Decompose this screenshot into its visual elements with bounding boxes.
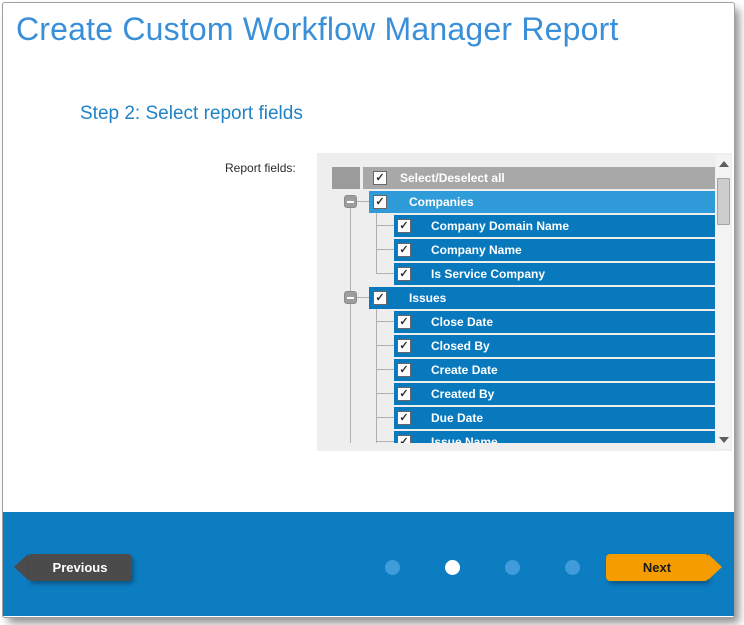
is-service-company-label: Is Service Company — [431, 267, 545, 281]
due-date-checkbox[interactable]: ✓ — [397, 411, 411, 425]
company-name-row-bar[interactable]: ✓ Company Name — [394, 239, 715, 261]
scrollbar-thumb[interactable] — [717, 178, 730, 225]
wizard-footer: Previous Next — [3, 512, 734, 616]
created-by-label: Created By — [431, 387, 494, 401]
issue-name-checkbox[interactable]: ✓ — [397, 435, 411, 443]
next-button-arrow-icon — [708, 554, 722, 580]
close-date-row[interactable]: ✓ Close Date — [332, 311, 715, 333]
wizard-window: Create Custom Workflow Manager Report St… — [2, 2, 735, 618]
is-service-company-checkbox[interactable]: ✓ — [397, 267, 411, 281]
create-date-label: Create Date — [431, 363, 498, 377]
closed-by-row-bar[interactable]: ✓ Closed By — [394, 335, 715, 357]
issues-label: Issues — [409, 291, 446, 305]
due-date-row[interactable]: ✓ Due Date — [332, 407, 715, 429]
company-domain-name-label: Company Domain Name — [431, 219, 569, 233]
created-by-row-bar[interactable]: ✓ Created By — [394, 383, 715, 405]
collapse-companies-icon[interactable] — [344, 195, 357, 208]
issue-name-row[interactable]: ✓ Issue Name — [332, 431, 715, 443]
company-domain-name-row[interactable]: ✓ Company Domain Name — [332, 215, 715, 237]
issue-name-row-bar[interactable]: ✓ Issue Name — [394, 431, 715, 443]
step-dot-1 — [385, 560, 400, 575]
wizard-step-indicator — [385, 560, 580, 575]
create-date-row-bar[interactable]: ✓ Create Date — [394, 359, 715, 381]
scroll-up-icon[interactable] — [719, 161, 729, 167]
companies-row-bar[interactable]: ✓ Companies — [369, 191, 715, 213]
closed-by-label: Closed By — [431, 339, 490, 353]
is-service-company-row-bar[interactable]: ✓ Is Service Company — [394, 263, 715, 285]
closed-by-checkbox[interactable]: ✓ — [397, 339, 411, 353]
created-by-checkbox[interactable]: ✓ — [397, 387, 411, 401]
company-name-row[interactable]: ✓ Company Name — [332, 239, 715, 261]
due-date-row-bar[interactable]: ✓ Due Date — [394, 407, 715, 429]
select-all-label: Select/Deselect all — [400, 171, 505, 185]
closed-by-row[interactable]: ✓ Closed By — [332, 335, 715, 357]
close-date-checkbox[interactable]: ✓ — [397, 315, 411, 329]
next-button-label: Next — [643, 560, 671, 575]
close-date-label: Close Date — [431, 315, 493, 329]
previous-button-label: Previous — [53, 560, 108, 575]
report-fields-listbox: ✓ Select/Deselect all ✓ Companies ✓ Company D… — [317, 153, 732, 451]
step-dot-2-active — [445, 560, 460, 575]
report-fields-tree: ✓ Select/Deselect all ✓ Companies ✓ Company D… — [332, 167, 715, 443]
page-title: Create Custom Workflow Manager Report — [16, 11, 619, 48]
issues-group-row[interactable]: ✓ Issues — [332, 287, 715, 309]
collapse-issues-icon[interactable] — [344, 291, 357, 304]
scroll-down-icon[interactable] — [719, 437, 729, 443]
company-domain-name-row-bar[interactable]: ✓ Company Domain Name — [394, 215, 715, 237]
select-all-checkbox[interactable]: ✓ — [373, 171, 387, 185]
is-service-company-row[interactable]: ✓ Is Service Company — [332, 263, 715, 285]
select-all-row[interactable]: ✓ Select/Deselect all — [332, 167, 715, 189]
step-dot-4 — [565, 560, 580, 575]
issue-name-label: Issue Name — [431, 435, 498, 443]
previous-button-arrow-icon — [14, 554, 28, 580]
previous-button[interactable]: Previous — [28, 554, 132, 581]
issues-row-bar[interactable]: ✓ Issues — [369, 287, 715, 309]
company-domain-name-checkbox[interactable]: ✓ — [397, 219, 411, 233]
companies-checkbox[interactable]: ✓ — [373, 195, 387, 209]
expander-column-header-cell — [332, 167, 360, 189]
report-fields-label: Report fields: — [225, 161, 296, 175]
select-all-row-bar[interactable]: ✓ Select/Deselect all — [363, 167, 715, 189]
companies-label: Companies — [409, 195, 474, 209]
created-by-row[interactable]: ✓ Created By — [332, 383, 715, 405]
close-date-row-bar[interactable]: ✓ Close Date — [394, 311, 715, 333]
create-date-checkbox[interactable]: ✓ — [397, 363, 411, 377]
due-date-label: Due Date — [431, 411, 483, 425]
issues-checkbox[interactable]: ✓ — [373, 291, 387, 305]
create-date-row[interactable]: ✓ Create Date — [332, 359, 715, 381]
companies-group-row[interactable]: ✓ Companies — [332, 191, 715, 213]
company-name-checkbox[interactable]: ✓ — [397, 243, 411, 257]
step-heading: Step 2: Select report fields — [80, 103, 303, 125]
step-dot-3 — [505, 560, 520, 575]
vertical-scrollbar[interactable] — [716, 155, 731, 449]
company-name-label: Company Name — [431, 243, 522, 257]
next-button[interactable]: Next — [606, 554, 708, 581]
